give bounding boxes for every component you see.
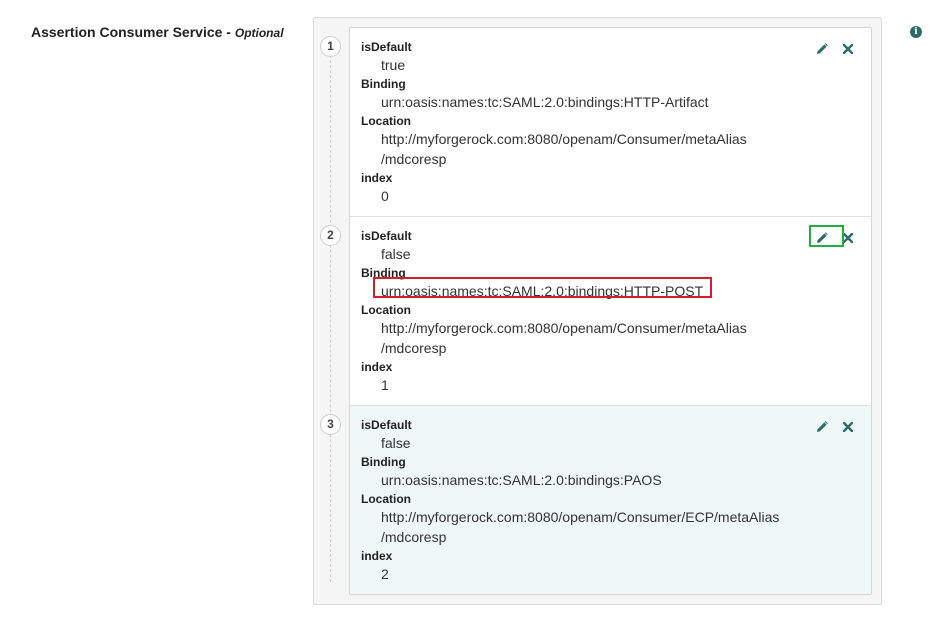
location-value: http://myforgerock.com:8080/openam/Consu… [361, 318, 747, 358]
isdefault-value: false [381, 246, 411, 262]
field-label-separator: - [222, 24, 235, 40]
binding-value: urn:oasis:names:tc:SAML:2.0:bindings:HTT… [381, 94, 709, 110]
item-content: isDefault false Binding urn:oasis:names:… [361, 417, 779, 585]
list-item[interactable]: isDefault false Binding urn:oasis:names:… [350, 216, 871, 405]
binding-label: Binding [361, 77, 406, 91]
location-label: Location [361, 303, 411, 317]
location-value: http://myforgerock.com:8080/openam/Consu… [361, 129, 747, 169]
isdefault-value: false [381, 435, 411, 451]
index-label: index [361, 171, 393, 185]
index-value: 1 [381, 377, 389, 393]
binding-value: urn:oasis:names:tc:SAML:2.0:bindings:HTT… [381, 283, 704, 299]
item-content: isDefault true Binding urn:oasis:names:t… [361, 39, 747, 207]
location-label: Location [361, 492, 411, 506]
index-value: 0 [381, 188, 389, 204]
index-label: index [361, 549, 393, 563]
binding-value: urn:oasis:names:tc:SAML:2.0:bindings:PAO… [381, 472, 662, 488]
location-value-line1: http://myforgerock.com:8080/openam/Consu… [381, 509, 780, 525]
location-value-line2: /mdcoresp [381, 529, 447, 545]
item-actions [809, 230, 861, 246]
item-number-2: 2 [320, 225, 341, 246]
binding-label: Binding [361, 266, 406, 280]
location-value-line2: /mdcoresp [381, 340, 447, 356]
close-icon[interactable] [835, 230, 861, 246]
pencil-icon[interactable] [809, 41, 835, 57]
info-icon[interactable]: i [910, 26, 922, 38]
binding-label: Binding [361, 455, 406, 469]
list-item[interactable]: isDefault false Binding urn:oasis:names:… [350, 405, 871, 594]
field-label: Assertion Consumer Service - Optional [31, 24, 284, 40]
location-label: Location [361, 114, 411, 128]
item-number-3: 3 [320, 414, 341, 435]
location-value-line1: http://myforgerock.com:8080/openam/Consu… [381, 320, 747, 336]
index-value: 2 [381, 566, 389, 582]
field-label-text: Assertion Consumer Service [31, 24, 223, 40]
item-content: isDefault false Binding urn:oasis:names:… [361, 228, 747, 396]
close-icon[interactable] [835, 419, 861, 435]
timeline-rail [330, 50, 331, 582]
isdefault-value: true [381, 57, 406, 73]
list-item[interactable]: isDefault true Binding urn:oasis:names:t… [350, 28, 871, 216]
index-label: index [361, 360, 393, 374]
isdefault-label: isDefault [361, 40, 412, 54]
item-number-1: 1 [320, 36, 341, 57]
pencil-icon[interactable] [809, 419, 835, 435]
isdefault-label: isDefault [361, 229, 412, 243]
item-actions [809, 419, 861, 435]
location-value: http://myforgerock.com:8080/openam/Consu… [361, 507, 779, 547]
isdefault-label: isDefault [361, 418, 412, 432]
location-value-line2: /mdcoresp [381, 151, 447, 167]
location-value-line1: http://myforgerock.com:8080/openam/Consu… [381, 131, 747, 147]
item-actions [809, 41, 861, 57]
acs-list: isDefault true Binding urn:oasis:names:t… [349, 27, 872, 595]
optional-label: Optional [234, 26, 284, 40]
close-icon[interactable] [835, 41, 861, 57]
pencil-icon[interactable] [809, 230, 835, 246]
